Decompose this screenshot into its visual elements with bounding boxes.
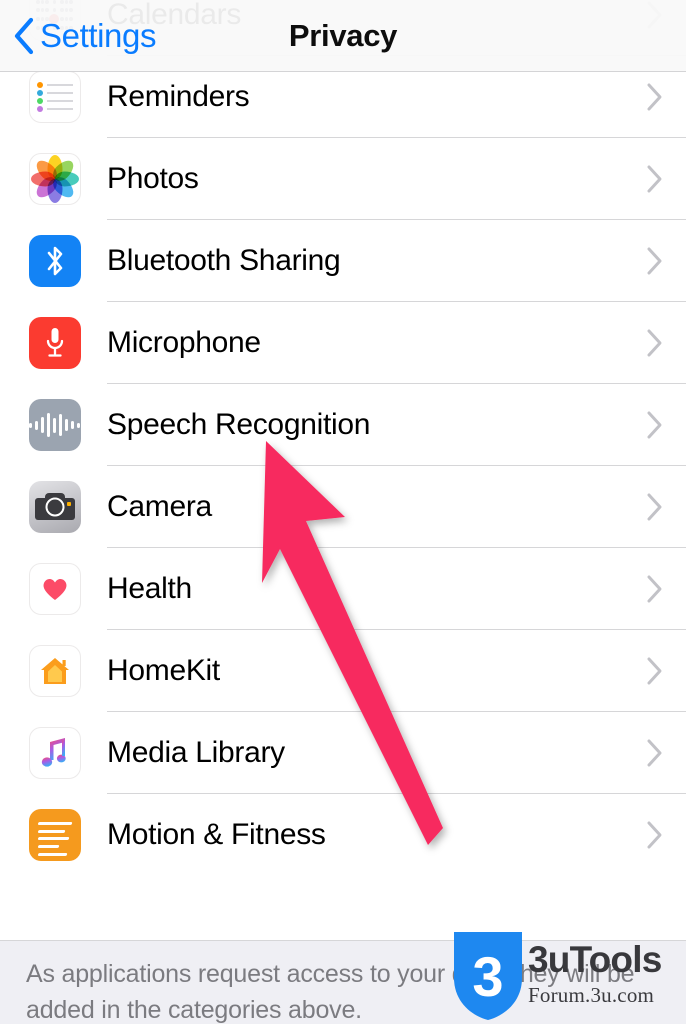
watermark-texts: 3uTools Forum.3u.com — [528, 930, 662, 1008]
list-item-disclosure — [624, 548, 686, 630]
camera-icon — [28, 481, 81, 533]
bluetooth-icon — [28, 235, 81, 287]
list-item-bluetooth-sharing[interactable]: Bluetooth Sharing — [0, 220, 686, 302]
homekit-house-icon — [28, 645, 81, 697]
list-item-label: Photos — [107, 162, 199, 195]
list-item-label: Media Library — [107, 736, 285, 769]
chevron-right-icon — [646, 492, 664, 522]
3utools-shield-icon: 3 — [452, 930, 524, 1024]
chevron-right-icon — [646, 820, 664, 850]
back-to-settings-button[interactable]: Settings — [12, 0, 156, 72]
list-item-icon — [0, 630, 107, 712]
health-heart-icon — [28, 563, 81, 615]
watermark-brand: 3uTools — [528, 939, 662, 980]
list-item-icon — [0, 794, 107, 876]
svg-text:3: 3 — [472, 945, 503, 1008]
chevron-right-icon — [646, 82, 664, 112]
list-item-disclosure — [624, 794, 686, 876]
list-item-label: Motion & Fitness — [107, 818, 326, 851]
list-item-homekit[interactable]: HomeKit — [0, 630, 686, 712]
chevron-right-icon — [646, 738, 664, 768]
list-item-disclosure — [624, 138, 686, 220]
list-item-label: Camera — [107, 490, 212, 523]
photos-icon — [28, 153, 81, 205]
privacy-settings-list: CalendarsRemindersPhotosBluetooth Sharin… — [0, 0, 686, 876]
navigation-bar: Settings Privacy — [0, 0, 686, 72]
chevron-right-icon — [646, 656, 664, 686]
speech-recognition-icon — [28, 399, 81, 451]
list-item-disclosure — [624, 466, 686, 548]
privacy-settings-screen: CalendarsRemindersPhotosBluetooth Sharin… — [0, 0, 686, 1024]
list-item-media-library[interactable]: Media Library — [0, 712, 686, 794]
microphone-icon — [28, 317, 81, 369]
list-item-photos[interactable]: Photos — [0, 138, 686, 220]
list-item-label: HomeKit — [107, 654, 220, 687]
3utools-watermark: 3 3uTools Forum.3u.com — [452, 930, 686, 1024]
list-item-motion-fitness[interactable]: Motion & Fitness — [0, 794, 686, 876]
list-item-label: Microphone — [107, 326, 261, 359]
reminders-icon — [28, 71, 81, 123]
list-item-speech-recognition[interactable]: Speech Recognition — [0, 384, 686, 466]
list-item-disclosure — [624, 384, 686, 466]
list-item-icon — [0, 138, 107, 220]
watermark-url: Forum.3u.com — [528, 983, 655, 1007]
list-item-disclosure — [624, 302, 686, 384]
list-item-icon — [0, 384, 107, 466]
list-item-disclosure — [624, 712, 686, 794]
list-item-icon — [0, 466, 107, 548]
list-item-icon — [0, 712, 107, 794]
list-item-disclosure — [624, 630, 686, 712]
list-item-label: Health — [107, 572, 192, 605]
list-item-icon — [0, 548, 107, 630]
motion-fitness-icon — [28, 809, 81, 861]
list-item-label: Reminders — [107, 80, 250, 113]
list-item-microphone[interactable]: Microphone — [0, 302, 686, 384]
list-item-label: Speech Recognition — [107, 408, 371, 441]
chevron-right-icon — [646, 328, 664, 358]
chevron-right-icon — [646, 574, 664, 604]
list-item-camera[interactable]: Camera — [0, 466, 686, 548]
music-note-icon — [28, 727, 81, 779]
chevron-right-icon — [646, 164, 664, 194]
list-item-icon — [0, 302, 107, 384]
list-item-label: Bluetooth Sharing — [107, 244, 341, 277]
chevron-right-icon — [646, 410, 664, 440]
list-item-health[interactable]: Health — [0, 548, 686, 630]
back-button-label: Settings — [40, 17, 157, 54]
list-item-icon — [0, 220, 107, 302]
chevron-right-icon — [646, 246, 664, 276]
chevron-left-icon — [12, 17, 34, 55]
list-item-disclosure — [624, 220, 686, 302]
